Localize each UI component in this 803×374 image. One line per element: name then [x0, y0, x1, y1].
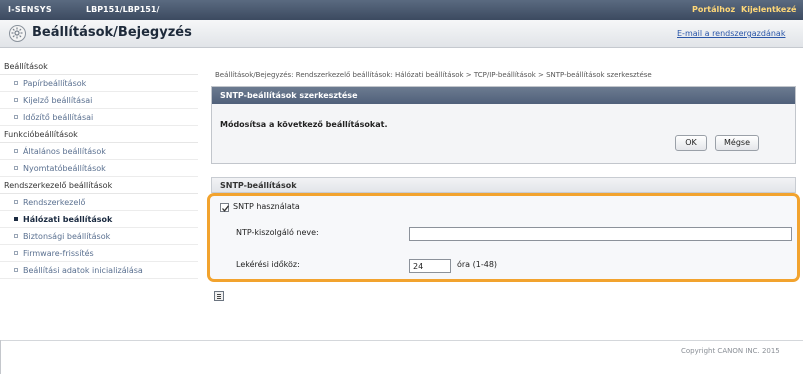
- page-title: Beállítások/Bejegyzés: [32, 25, 192, 40]
- sidebar-item-label: Beállítási adatok inicializálása: [23, 266, 143, 275]
- sidebar-item-display-settings[interactable]: Kijelző beállításai: [0, 92, 198, 109]
- bullet-icon: [14, 149, 18, 153]
- model-name: LBP151/LBP151/: [86, 5, 160, 14]
- sidebar-item-network-settings[interactable]: Hálózati beállítások: [0, 211, 198, 228]
- ntp-server-label: NTP-kiszolgáló neve:: [236, 228, 319, 237]
- mail-admin-link[interactable]: E-mail a rendszergazdának: [677, 29, 785, 38]
- logout-link[interactable]: Kijelentkezé: [741, 5, 796, 14]
- sidebar-item-timer-settings[interactable]: Időzítő beállításai: [0, 109, 198, 126]
- bullet-icon: [14, 234, 18, 238]
- sidebar-item-label: Kijelző beállításai: [23, 96, 93, 105]
- sidebar-item-label: Hálózati beállítások: [23, 215, 113, 224]
- sidebar-item-label: Általános beállítások: [23, 147, 106, 156]
- bullet-icon: [14, 98, 18, 102]
- top-bar: I-SENSYS LBP151/LBP151/ Portálhoz Kijele…: [0, 0, 803, 20]
- edit-panel-title: SNTP-beállítások szerkesztése: [212, 87, 795, 104]
- bullet-icon: [14, 268, 18, 272]
- sidebar-item-firmware-update[interactable]: Firmware-frissítés: [0, 245, 198, 262]
- bullet-icon: [14, 217, 18, 221]
- portal-link[interactable]: Portálhoz: [692, 5, 735, 14]
- bullet-icon: [14, 81, 18, 85]
- use-sntp-checkbox[interactable]: [220, 203, 230, 212]
- sidebar-item-label: Időzítő beállításai: [23, 113, 94, 122]
- bullet-icon: [14, 166, 18, 170]
- gear-icon: [9, 25, 26, 42]
- sidebar-section-settings: Beállítások: [0, 58, 198, 75]
- copyright-text: Copyright CANON INC. 2015: [681, 347, 780, 355]
- sntp-settings-panel: SNTP használata NTP-kiszolgáló neve: Lek…: [207, 193, 800, 282]
- sidebar-item-system-manager[interactable]: Rendszerkezelő: [0, 194, 198, 211]
- bullet-icon: [14, 251, 18, 255]
- sidebar-item-label: Papírbeállítások: [23, 79, 87, 88]
- sidebar-item-paper-settings[interactable]: Papírbeállítások: [0, 75, 198, 92]
- sidebar-item-printer-settings[interactable]: Nyomtatóbeállítások: [0, 160, 198, 177]
- use-sntp-label: SNTP használata: [233, 202, 300, 211]
- footer-left-edge: [0, 340, 1, 374]
- instruction-text: Módosítsa a következő beállításokat.: [220, 120, 388, 129]
- polling-interval-input[interactable]: [409, 259, 451, 273]
- sidebar-item-label: Nyomtatóbeállítások: [23, 164, 106, 173]
- sidebar-item-label: Firmware-frissítés: [23, 249, 94, 258]
- sidebar-item-label: Biztonsági beállítások: [23, 232, 111, 241]
- sidebar-item-general-settings[interactable]: Általános beállítások: [0, 143, 198, 160]
- sidebar-item-label: Rendszerkezelő: [23, 198, 86, 207]
- sidebar-section-system-management: Rendszerkezelő beállítások: [0, 177, 198, 194]
- sidebar-section-function-settings: Funkcióbeállítások: [0, 126, 198, 143]
- cancel-button[interactable]: Mégse: [715, 135, 759, 151]
- bullet-icon: [14, 200, 18, 204]
- sidebar-item-security-settings[interactable]: Biztonsági beállítások: [0, 228, 198, 245]
- bullet-icon: [14, 115, 18, 119]
- list-icon[interactable]: [214, 291, 224, 301]
- breadcrumb: Beállítások/Bejegyzés: Rendszerkezelő be…: [215, 71, 652, 79]
- footer-divider: [0, 340, 803, 341]
- sidebar: Beállítások Papírbeállítások Kijelző beá…: [0, 58, 198, 340]
- title-bar: Beállítások/Bejegyzés E-mail a rendszerg…: [0, 20, 803, 48]
- ok-button[interactable]: OK: [675, 135, 707, 151]
- ntp-server-input[interactable]: [409, 227, 792, 241]
- sidebar-item-initialize-settings[interactable]: Beállítási adatok inicializálása: [0, 262, 198, 279]
- brand-name: I-SENSYS: [8, 5, 52, 14]
- sntp-section-header: SNTP-beállítások: [211, 177, 796, 193]
- edit-panel: SNTP-beállítások szerkesztése Módosítsa …: [211, 86, 796, 164]
- polling-interval-label: Lekérési időköz:: [236, 260, 300, 269]
- polling-interval-unit: óra (1-48): [457, 260, 498, 269]
